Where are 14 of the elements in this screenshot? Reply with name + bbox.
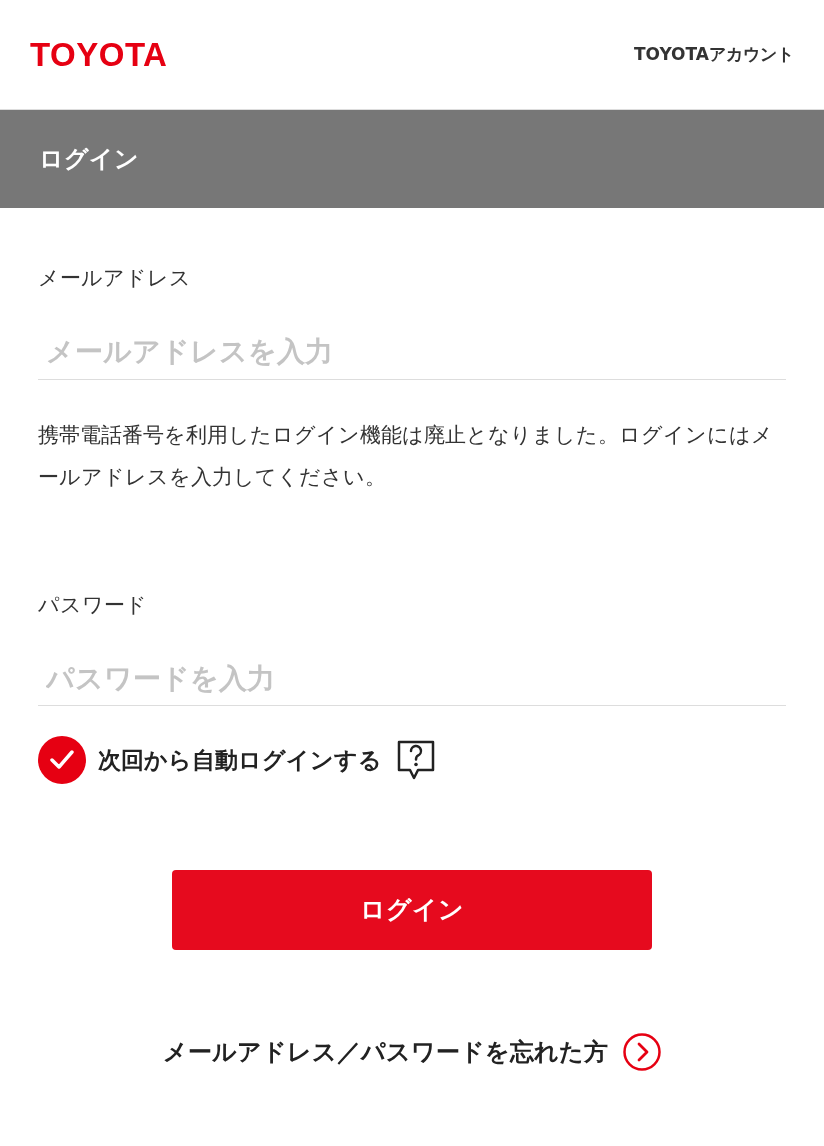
login-button[interactable]: ログイン [172, 870, 652, 950]
logo: TOYOTA [30, 34, 168, 75]
notice-text: 携帯電話番号を利用したログイン機能は廃止となりました。ログインにはメールアドレスを入力してください。 [38, 421, 774, 491]
forgot-link[interactable]: メールアドレス／パスワードを忘れた方 [162, 1034, 608, 1070]
check-icon [49, 749, 75, 771]
auto-login-label: 次回から自動ログインする [98, 745, 382, 775]
auto-login-checkbox[interactable] [38, 736, 86, 784]
account-link[interactable]: TOYOTAアカウント [633, 41, 794, 68]
password-label: パスワード [38, 591, 148, 619]
chevron-right-circle-icon[interactable] [621, 1032, 662, 1072]
help-icon[interactable] [396, 739, 436, 781]
page-title: ログイン [39, 144, 139, 175]
email-label: メールアドレス [38, 265, 192, 292]
email-field[interactable]: メールアドレスを入力 [38, 324, 786, 380]
